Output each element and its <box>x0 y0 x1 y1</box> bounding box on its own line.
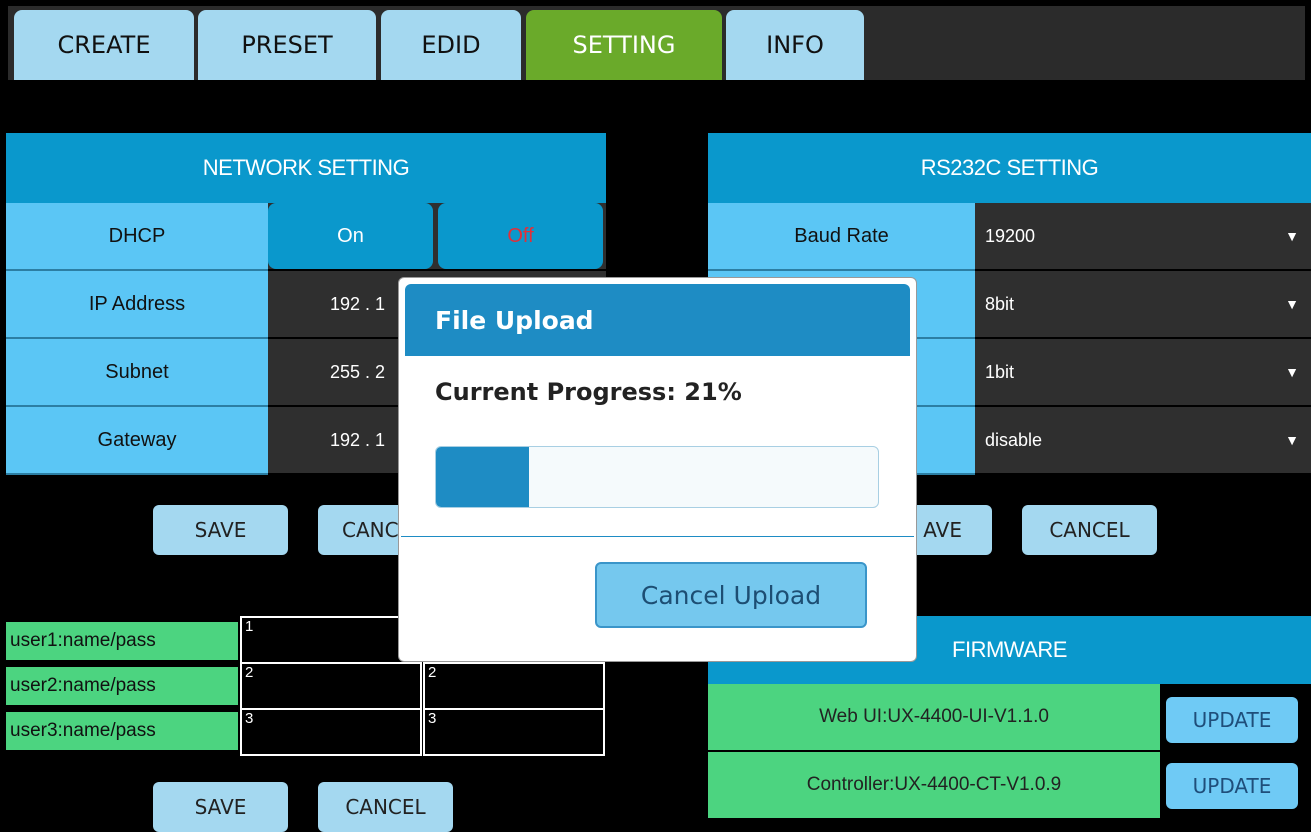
ip-address-label: IP Address <box>6 271 268 339</box>
firmware-webui-version: Web UI:UX-4400-UI-V1.1.0 <box>708 684 1160 752</box>
update-webui-button[interactable]: UPDATE <box>1166 697 1298 743</box>
parity-select[interactable]: disable ▼ <box>975 407 1311 475</box>
stop-bits-value: 1bit <box>985 361 1015 382</box>
rs232-cancel-button[interactable]: CANCEL <box>1022 505 1157 555</box>
dialog-divider <box>401 536 914 537</box>
network-setting-header: NETWORK SETTING <box>6 133 606 203</box>
user3-pass-input[interactable]: 3 <box>423 708 605 756</box>
dropdown-arrow-icon: ▼ <box>1285 296 1299 312</box>
baud-rate-value: 19200 <box>985 225 1036 246</box>
user2-label: user2:name/pass <box>6 667 238 705</box>
tab-preset[interactable]: PRESET <box>198 10 376 80</box>
tab-create[interactable]: CREATE <box>14 10 194 80</box>
user1-name-input[interactable]: 1 <box>240 616 422 664</box>
baud-rate-select[interactable]: 19200 ▼ <box>975 203 1311 271</box>
dropdown-arrow-icon: ▼ <box>1285 228 1299 244</box>
network-save-button[interactable]: SAVE <box>153 505 288 555</box>
gateway-label: Gateway <box>6 407 268 475</box>
progress-bar <box>435 446 879 508</box>
dhcp-on-button[interactable]: On <box>268 203 433 269</box>
progress-bar-fill <box>436 447 529 507</box>
user3-name-input[interactable]: 3 <box>240 708 422 756</box>
dhcp-label: DHCP <box>6 203 268 271</box>
stop-bits-select[interactable]: 1bit ▼ <box>975 339 1311 407</box>
dropdown-arrow-icon: ▼ <box>1285 432 1299 448</box>
user1-label: user1:name/pass <box>6 622 238 660</box>
user2-pass-input[interactable]: 2 <box>423 662 605 710</box>
baud-rate-label: Baud Rate <box>708 203 975 271</box>
data-bits-value: 8bit <box>985 293 1015 314</box>
tab-edid[interactable]: EDID <box>381 10 521 80</box>
update-controller-button[interactable]: UPDATE <box>1166 763 1298 809</box>
progress-text: Current Progress: 21% <box>435 378 742 406</box>
firmware-controller-version: Controller:UX-4400-CT-V1.0.9 <box>708 752 1160 820</box>
tab-info[interactable]: INFO <box>726 10 864 80</box>
user3-label: user3:name/pass <box>6 712 238 750</box>
dropdown-arrow-icon: ▼ <box>1285 364 1299 380</box>
data-bits-select[interactable]: 8bit ▼ <box>975 271 1311 339</box>
rs232c-setting-header: RS232C SETTING <box>708 133 1311 203</box>
cancel-upload-button[interactable]: Cancel Upload <box>595 562 867 628</box>
user2-name-input[interactable]: 2 <box>240 662 422 710</box>
tab-setting[interactable]: SETTING <box>526 10 722 80</box>
file-upload-dialog: File Upload Current Progress: 21% Cancel… <box>398 277 917 662</box>
subnet-label: Subnet <box>6 339 268 407</box>
dhcp-off-button[interactable]: Off <box>438 203 603 269</box>
parity-value: disable <box>985 429 1043 450</box>
dialog-title: File Upload <box>405 284 910 356</box>
